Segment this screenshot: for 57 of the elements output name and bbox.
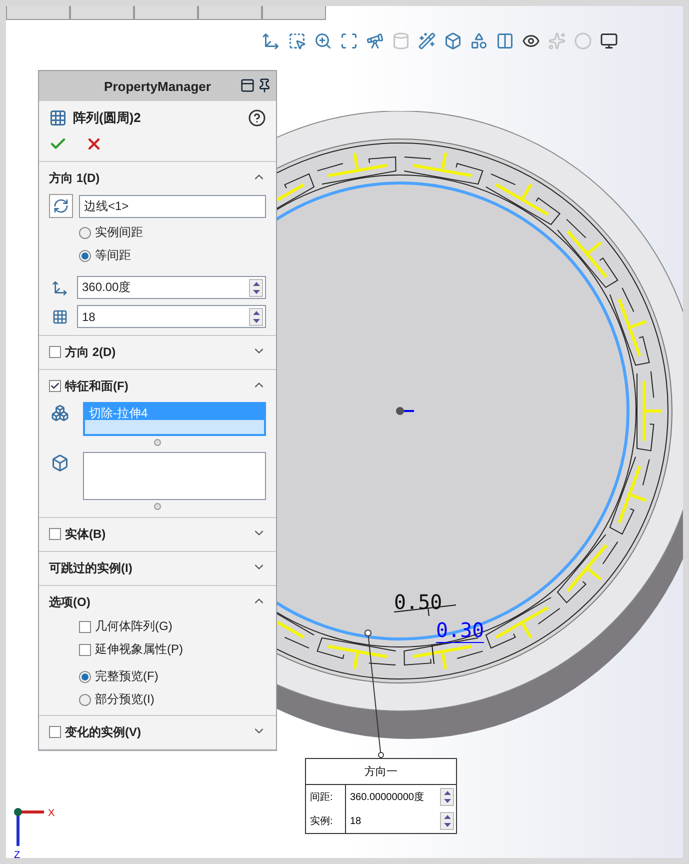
radio-label: 实例间距 bbox=[95, 224, 143, 241]
section-title: 可跳过的实例(I) bbox=[49, 560, 132, 576]
section-checkbox[interactable] bbox=[49, 380, 61, 392]
radio-label: 部分预览(I) bbox=[95, 691, 154, 708]
option-label: 几何体阵列(G) bbox=[95, 618, 172, 635]
section-title: 实体(B) bbox=[65, 526, 106, 542]
monitor-icon[interactable] bbox=[599, 31, 619, 51]
section-checkbox[interactable] bbox=[49, 346, 61, 358]
radio-label: 等间距 bbox=[95, 247, 131, 264]
option-checkbox[interactable] bbox=[79, 644, 91, 656]
callout-title: 方向一 bbox=[306, 759, 456, 785]
wand-icon[interactable] bbox=[417, 31, 437, 51]
help-icon[interactable] bbox=[248, 109, 266, 127]
option-label: 延伸视象属性(P) bbox=[95, 641, 183, 658]
zoom-icon[interactable] bbox=[313, 31, 333, 51]
panel-title: PropertyManager bbox=[104, 78, 211, 94]
cube-icon[interactable] bbox=[443, 31, 463, 51]
callout-field[interactable]: 360.00000000度 bbox=[346, 785, 456, 809]
callout-label: 间距: bbox=[306, 785, 346, 809]
radio-label: 完整预览(F) bbox=[95, 668, 158, 685]
section-title: 特征和面(F) bbox=[65, 378, 128, 394]
section-checkbox[interactable] bbox=[49, 528, 61, 540]
section-checkbox[interactable] bbox=[49, 726, 61, 738]
spin-buttons[interactable] bbox=[440, 812, 454, 830]
radio-button[interactable] bbox=[79, 226, 91, 238]
spin-buttons[interactable] bbox=[249, 308, 263, 326]
edge-field[interactable]: 边线<1> bbox=[79, 194, 266, 218]
view-orient-icon[interactable] bbox=[261, 31, 281, 51]
radio-button[interactable] bbox=[79, 694, 91, 706]
zoom-selection-icon[interactable] bbox=[339, 31, 359, 51]
pin-icon[interactable] bbox=[257, 78, 272, 93]
dimension-value[interactable]: 0.50 bbox=[394, 590, 442, 614]
section-title: 方向 1(D) bbox=[49, 170, 100, 186]
axis-triad-drawing: X Z bbox=[10, 802, 70, 858]
resize-handle[interactable] bbox=[154, 503, 161, 510]
callout-field[interactable]: 18 bbox=[346, 809, 456, 833]
section-title: 选项(O) bbox=[49, 594, 90, 610]
resize-handle[interactable] bbox=[154, 439, 161, 446]
section-title: 方向 2(D) bbox=[65, 344, 116, 360]
spin-buttons[interactable] bbox=[440, 788, 454, 806]
callout-label: 实例: bbox=[306, 809, 346, 833]
zoom-area-icon[interactable] bbox=[287, 31, 307, 51]
option-checkbox[interactable] bbox=[79, 620, 91, 632]
display-style-icon[interactable] bbox=[495, 31, 515, 51]
radio-button[interactable] bbox=[79, 670, 91, 682]
feature-title: 阵列(圆周)2 bbox=[73, 109, 141, 127]
pattern-icon bbox=[49, 109, 67, 127]
angle-field[interactable]: 360.00度 bbox=[77, 276, 266, 299]
radio-button[interactable] bbox=[79, 250, 91, 262]
section-title: 变化的实例(V) bbox=[65, 724, 141, 740]
reverse-direction-icon[interactable] bbox=[49, 194, 73, 218]
count-field[interactable]: 18 bbox=[77, 305, 266, 328]
feature-icon bbox=[49, 402, 71, 424]
face-list[interactable] bbox=[83, 452, 266, 500]
telescope-icon[interactable] bbox=[365, 31, 385, 51]
spin-buttons[interactable] bbox=[249, 278, 263, 296]
panel-layout-icon[interactable] bbox=[240, 78, 255, 93]
